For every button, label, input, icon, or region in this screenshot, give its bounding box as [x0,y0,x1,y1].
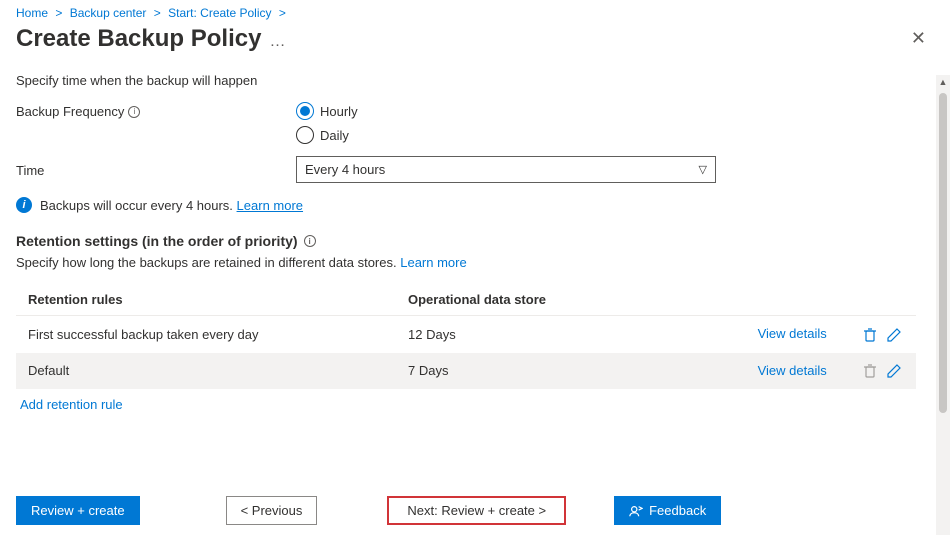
time-select-value: Every 4 hours [305,162,385,177]
info-icon[interactable]: i [304,235,316,247]
next-review-create-button[interactable]: Next: Review + create > [387,496,566,525]
col-actions [696,284,916,316]
page-title: Create Backup Policy [16,25,261,53]
feedback-icon [629,504,643,518]
edit-icon[interactable] [886,363,902,379]
retention-table: Retention rules Operational data store F… [16,284,916,389]
radio-checked-icon [296,102,314,120]
chevron-right-icon: > [55,6,62,20]
radio-unchecked-icon [296,126,314,144]
rule-store: 7 Days [396,353,696,390]
chevron-right-icon: > [154,6,161,20]
content-area: Specify time when the backup will happen… [0,61,950,471]
page-header: Create Backup Policy … ✕ [0,22,950,61]
col-rules: Retention rules [16,284,396,316]
review-create-button[interactable]: Review + create [16,496,140,525]
breadcrumb-backup-center[interactable]: Backup center [70,6,147,20]
rule-name: First successful backup taken every day [16,316,396,353]
edit-icon[interactable] [886,327,902,343]
view-details-link[interactable]: View details [758,326,827,341]
delete-icon [862,363,878,379]
previous-button[interactable]: < Previous [226,496,318,525]
chevron-down-icon: ▽ [699,163,707,176]
backup-frequency-label: Backup Frequency i [16,102,296,119]
info-icon[interactable]: i [128,106,140,118]
view-details-link[interactable]: View details [758,363,827,378]
footer-bar: Review + create < Previous Next: Review … [0,486,950,535]
scroll-thumb[interactable] [939,93,947,413]
frequency-hourly-radio[interactable]: Hourly [296,102,358,120]
table-row: Default 7 Days View details [16,353,916,390]
time-label: Time [16,161,296,178]
table-header-row: Retention rules Operational data store [16,284,916,316]
info-banner: i Backups will occur every 4 hours. Lear… [16,197,934,213]
scrollbar[interactable]: ▲ [936,75,950,535]
radio-label: Hourly [320,104,358,119]
rule-store: 12 Days [396,316,696,353]
retention-learn-more-link[interactable]: Learn more [400,255,466,270]
col-store: Operational data store [396,284,696,316]
frequency-radio-group: Hourly Daily [296,102,358,144]
info-banner-text: Backups will occur every 4 hours. [40,198,233,213]
breadcrumb-home[interactable]: Home [16,6,48,20]
retention-subtext: Specify how long the backups are retaine… [16,255,934,270]
table-row: First successful backup taken every day … [16,316,916,353]
backup-frequency-row: Backup Frequency i Hourly Daily [16,102,934,144]
chevron-right-icon: > [279,6,286,20]
info-filled-icon: i [16,197,32,213]
time-select[interactable]: Every 4 hours ▽ [296,156,716,183]
feedback-button[interactable]: Feedback [614,496,721,525]
frequency-daily-radio[interactable]: Daily [296,126,358,144]
add-retention-rule-link[interactable]: Add retention rule [16,389,934,412]
more-icon[interactable]: … [269,33,286,51]
close-button[interactable]: ✕ [903,24,934,53]
breadcrumb-create-policy[interactable]: Start: Create Policy [168,6,271,20]
retention-heading: Retention settings (in the order of prio… [16,233,934,249]
rule-name: Default [16,353,396,390]
info-learn-more-link[interactable]: Learn more [237,198,303,213]
spec-text: Specify time when the backup will happen [16,73,934,88]
time-row: Time Every 4 hours ▽ [16,156,934,183]
radio-label: Daily [320,128,349,143]
delete-icon[interactable] [862,327,878,343]
breadcrumb: Home > Backup center > Start: Create Pol… [0,0,950,22]
scroll-up-icon[interactable]: ▲ [939,75,948,89]
